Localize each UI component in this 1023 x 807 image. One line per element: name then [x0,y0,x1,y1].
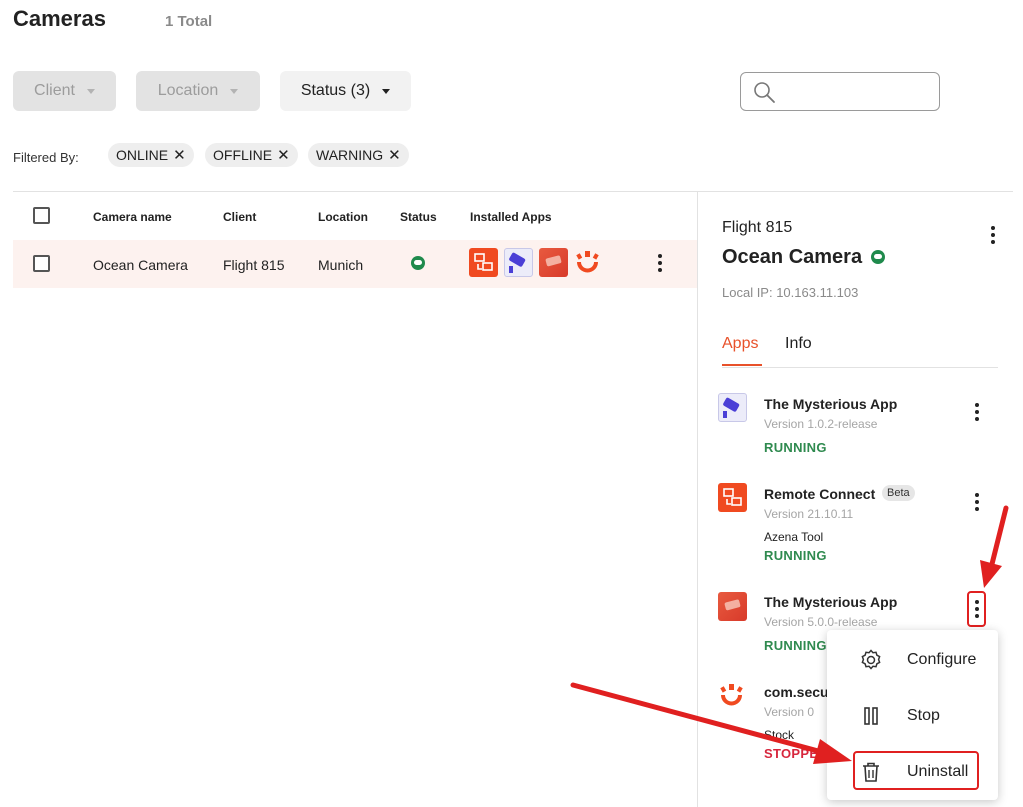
search-icon [754,82,775,103]
location-cell: Munich [318,257,364,273]
tabs-divider [722,367,998,368]
cloud-online-icon [411,256,425,270]
panel-camera-name: Ocean Camera [722,246,863,268]
app-status: RUNNING [764,548,827,563]
app-version: Version 1.0.2-release [764,417,878,431]
app-subtitle: Azena Tool [764,530,824,544]
filter-chip-online[interactable]: ONLINE ✕ [108,143,194,167]
app-version: Version 0 [764,705,815,719]
close-icon[interactable]: ✕ [388,148,401,163]
camera-icon [718,393,747,422]
close-icon[interactable]: ✕ [173,148,186,163]
app-version: Version 21.10.11 [764,507,854,521]
column-header-status[interactable]: Status [400,210,437,224]
menu-item-label: Configure [907,651,977,668]
panel-client-name: Flight 815 [722,219,793,236]
panel-more-options-icon[interactable] [991,226,995,244]
column-header-camera-name[interactable]: Camera name [93,210,172,224]
menu-item-configure[interactable]: Configure [827,638,998,682]
chip-label: WARNING [316,147,384,163]
chip-label: ONLINE [116,147,169,163]
select-all-checkbox[interactable] [33,207,50,224]
filtered-by-label: Filtered By: [13,150,79,165]
pause-icon [864,707,878,725]
row-more-options-icon[interactable] [658,254,662,272]
close-icon[interactable]: ✕ [277,148,290,163]
menu-item-label: Stop [907,707,940,724]
mysterious-app-icon [539,248,568,277]
page-title: Cameras [13,6,106,31]
app-name: The Mysterious App [764,594,898,610]
azena-logo-icon [573,248,602,277]
tab-apps[interactable]: Apps [722,335,758,353]
app-version: Version 5.0.0-release [764,615,878,629]
highlight-box [967,591,986,627]
app-more-options-icon[interactable] [975,493,979,511]
mysterious-app-icon [718,592,747,621]
app-more-options-icon[interactable] [975,403,979,421]
filter-chip-warning[interactable]: WARNING ✕ [308,143,409,167]
menu-item-stop[interactable]: Stop [827,694,998,738]
app-status: RUNNING [764,638,827,653]
beta-badge: Beta [882,485,915,501]
app-status: STOPPE [764,746,819,761]
app-status: RUNNING [764,440,827,455]
chevron-down-icon [230,88,239,94]
azena-logo-icon [717,681,746,710]
search-input[interactable] [740,72,940,111]
filter-chip-offline[interactable]: OFFLINE ✕ [205,143,298,167]
cloud-online-icon [871,250,885,264]
status-filter-dropdown[interactable]: Status (3) [280,71,411,111]
camera-icon [504,248,533,277]
column-header-installed-apps[interactable]: Installed Apps [470,210,552,224]
client-filter-dropdown[interactable]: Client [13,71,116,111]
app-subtitle: Stock [764,728,795,742]
app-name: The Mysterious App [764,396,898,412]
total-count: 1 Total [165,13,213,30]
app-name: com.secu [764,684,829,700]
chevron-down-icon [382,88,391,94]
status-filter-label: Status (3) [300,82,371,99]
chip-label: OFFLINE [213,147,273,163]
highlight-box [853,751,979,790]
row-checkbox[interactable] [33,255,50,272]
column-header-client[interactable]: Client [223,210,256,224]
active-tab-indicator [722,364,762,366]
camera-name-cell: Ocean Camera [93,257,188,273]
remote-connect-icon [718,483,747,512]
tab-info[interactable]: Info [785,335,812,353]
location-filter-label: Location [157,82,219,99]
app-name: Remote Connect [764,486,876,502]
divider [13,191,1013,192]
panel-divider [697,192,698,807]
client-filter-label: Client [34,82,75,99]
remote-connect-icon [469,248,498,277]
client-cell: Flight 815 [223,257,285,273]
chevron-down-icon [86,88,95,94]
column-header-location[interactable]: Location [318,210,368,224]
local-ip: Local IP: 10.163.11.103 [722,285,859,300]
gear-icon [861,649,881,670]
location-filter-dropdown[interactable]: Location [136,71,260,111]
